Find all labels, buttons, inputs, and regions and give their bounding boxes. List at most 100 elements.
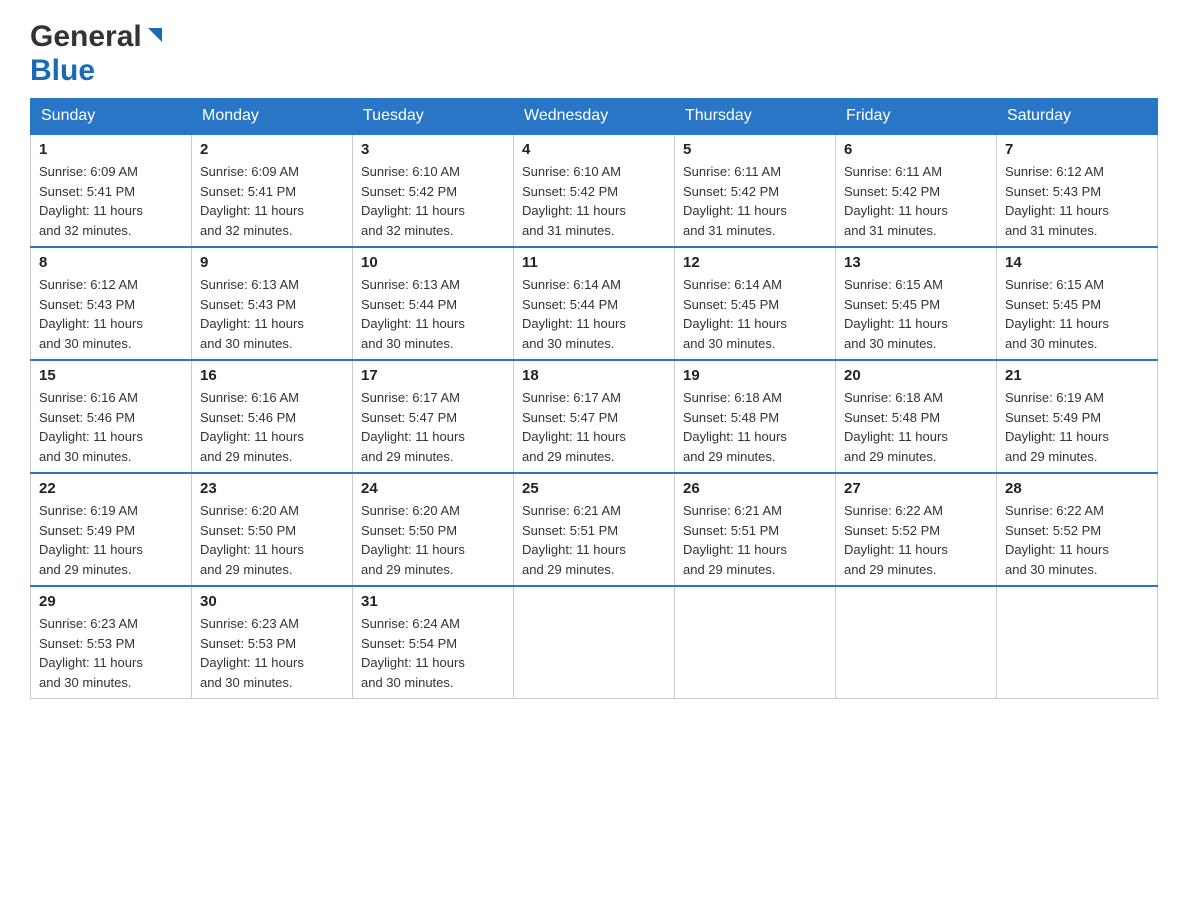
day-number: 3 (361, 141, 505, 158)
day-number: 6 (844, 141, 988, 158)
day-number: 28 (1005, 480, 1149, 497)
col-header-monday: Monday (192, 99, 353, 135)
calendar-cell: 9 Sunrise: 6:13 AM Sunset: 5:43 PM Dayli… (192, 247, 353, 360)
calendar-cell: 16 Sunrise: 6:16 AM Sunset: 5:46 PM Dayl… (192, 360, 353, 473)
day-number: 5 (683, 141, 827, 158)
day-number: 7 (1005, 141, 1149, 158)
calendar-cell: 15 Sunrise: 6:16 AM Sunset: 5:46 PM Dayl… (31, 360, 192, 473)
day-number: 29 (39, 593, 183, 610)
day-number: 23 (200, 480, 344, 497)
calendar-cell: 30 Sunrise: 6:23 AM Sunset: 5:53 PM Dayl… (192, 586, 353, 699)
calendar-cell: 3 Sunrise: 6:10 AM Sunset: 5:42 PM Dayli… (353, 134, 514, 247)
day-number: 31 (361, 593, 505, 610)
day-info: Sunrise: 6:11 AM Sunset: 5:42 PM Dayligh… (844, 162, 988, 240)
day-info: Sunrise: 6:17 AM Sunset: 5:47 PM Dayligh… (361, 388, 505, 466)
col-header-friday: Friday (836, 99, 997, 135)
calendar-cell: 17 Sunrise: 6:17 AM Sunset: 5:47 PM Dayl… (353, 360, 514, 473)
calendar-cell: 24 Sunrise: 6:20 AM Sunset: 5:50 PM Dayl… (353, 473, 514, 586)
day-info: Sunrise: 6:11 AM Sunset: 5:42 PM Dayligh… (683, 162, 827, 240)
day-info: Sunrise: 6:12 AM Sunset: 5:43 PM Dayligh… (1005, 162, 1149, 240)
day-number: 21 (1005, 367, 1149, 384)
calendar-cell (514, 586, 675, 699)
day-info: Sunrise: 6:14 AM Sunset: 5:45 PM Dayligh… (683, 275, 827, 353)
day-number: 30 (200, 593, 344, 610)
day-number: 1 (39, 141, 183, 158)
calendar-cell (675, 586, 836, 699)
calendar-cell: 25 Sunrise: 6:21 AM Sunset: 5:51 PM Dayl… (514, 473, 675, 586)
day-info: Sunrise: 6:21 AM Sunset: 5:51 PM Dayligh… (522, 501, 666, 579)
calendar-cell: 20 Sunrise: 6:18 AM Sunset: 5:48 PM Dayl… (836, 360, 997, 473)
col-header-thursday: Thursday (675, 99, 836, 135)
day-number: 20 (844, 367, 988, 384)
day-number: 26 (683, 480, 827, 497)
day-info: Sunrise: 6:16 AM Sunset: 5:46 PM Dayligh… (39, 388, 183, 466)
calendar-cell: 22 Sunrise: 6:19 AM Sunset: 5:49 PM Dayl… (31, 473, 192, 586)
day-info: Sunrise: 6:23 AM Sunset: 5:53 PM Dayligh… (200, 614, 344, 692)
page-header: General Blue (30, 20, 1158, 88)
calendar-cell: 21 Sunrise: 6:19 AM Sunset: 5:49 PM Dayl… (997, 360, 1158, 473)
day-number: 22 (39, 480, 183, 497)
logo-arrow-icon (144, 24, 166, 51)
day-number: 24 (361, 480, 505, 497)
day-number: 2 (200, 141, 344, 158)
day-number: 14 (1005, 254, 1149, 271)
day-info: Sunrise: 6:15 AM Sunset: 5:45 PM Dayligh… (844, 275, 988, 353)
day-info: Sunrise: 6:16 AM Sunset: 5:46 PM Dayligh… (200, 388, 344, 466)
calendar-cell: 31 Sunrise: 6:24 AM Sunset: 5:54 PM Dayl… (353, 586, 514, 699)
calendar-week-5: 29 Sunrise: 6:23 AM Sunset: 5:53 PM Dayl… (31, 586, 1158, 699)
day-number: 27 (844, 480, 988, 497)
calendar-table: SundayMondayTuesdayWednesdayThursdayFrid… (30, 98, 1158, 699)
day-number: 10 (361, 254, 505, 271)
calendar-cell: 27 Sunrise: 6:22 AM Sunset: 5:52 PM Dayl… (836, 473, 997, 586)
day-number: 8 (39, 254, 183, 271)
col-header-tuesday: Tuesday (353, 99, 514, 135)
day-number: 25 (522, 480, 666, 497)
calendar-cell (997, 586, 1158, 699)
day-info: Sunrise: 6:18 AM Sunset: 5:48 PM Dayligh… (683, 388, 827, 466)
logo-blue-text: Blue (30, 54, 95, 87)
day-number: 12 (683, 254, 827, 271)
day-info: Sunrise: 6:18 AM Sunset: 5:48 PM Dayligh… (844, 388, 988, 466)
calendar-cell: 1 Sunrise: 6:09 AM Sunset: 5:41 PM Dayli… (31, 134, 192, 247)
logo: General Blue (30, 20, 166, 88)
day-info: Sunrise: 6:22 AM Sunset: 5:52 PM Dayligh… (844, 501, 988, 579)
day-number: 9 (200, 254, 344, 271)
calendar-cell (836, 586, 997, 699)
calendar-week-2: 8 Sunrise: 6:12 AM Sunset: 5:43 PM Dayli… (31, 247, 1158, 360)
calendar-cell: 2 Sunrise: 6:09 AM Sunset: 5:41 PM Dayli… (192, 134, 353, 247)
day-number: 18 (522, 367, 666, 384)
day-number: 4 (522, 141, 666, 158)
day-number: 13 (844, 254, 988, 271)
day-info: Sunrise: 6:13 AM Sunset: 5:44 PM Dayligh… (361, 275, 505, 353)
calendar-cell: 13 Sunrise: 6:15 AM Sunset: 5:45 PM Dayl… (836, 247, 997, 360)
day-info: Sunrise: 6:13 AM Sunset: 5:43 PM Dayligh… (200, 275, 344, 353)
day-info: Sunrise: 6:10 AM Sunset: 5:42 PM Dayligh… (361, 162, 505, 240)
day-number: 11 (522, 254, 666, 271)
day-info: Sunrise: 6:24 AM Sunset: 5:54 PM Dayligh… (361, 614, 505, 692)
calendar-week-3: 15 Sunrise: 6:16 AM Sunset: 5:46 PM Dayl… (31, 360, 1158, 473)
day-info: Sunrise: 6:12 AM Sunset: 5:43 PM Dayligh… (39, 275, 183, 353)
calendar-cell: 7 Sunrise: 6:12 AM Sunset: 5:43 PM Dayli… (997, 134, 1158, 247)
col-header-sunday: Sunday (31, 99, 192, 135)
day-number: 19 (683, 367, 827, 384)
day-info: Sunrise: 6:09 AM Sunset: 5:41 PM Dayligh… (200, 162, 344, 240)
calendar-cell: 8 Sunrise: 6:12 AM Sunset: 5:43 PM Dayli… (31, 247, 192, 360)
day-number: 16 (200, 367, 344, 384)
day-info: Sunrise: 6:22 AM Sunset: 5:52 PM Dayligh… (1005, 501, 1149, 579)
calendar-cell: 14 Sunrise: 6:15 AM Sunset: 5:45 PM Dayl… (997, 247, 1158, 360)
day-number: 15 (39, 367, 183, 384)
calendar-cell: 29 Sunrise: 6:23 AM Sunset: 5:53 PM Dayl… (31, 586, 192, 699)
calendar-week-4: 22 Sunrise: 6:19 AM Sunset: 5:49 PM Dayl… (31, 473, 1158, 586)
calendar-cell: 4 Sunrise: 6:10 AM Sunset: 5:42 PM Dayli… (514, 134, 675, 247)
day-info: Sunrise: 6:19 AM Sunset: 5:49 PM Dayligh… (1005, 388, 1149, 466)
calendar-cell: 23 Sunrise: 6:20 AM Sunset: 5:50 PM Dayl… (192, 473, 353, 586)
day-info: Sunrise: 6:14 AM Sunset: 5:44 PM Dayligh… (522, 275, 666, 353)
day-info: Sunrise: 6:21 AM Sunset: 5:51 PM Dayligh… (683, 501, 827, 579)
calendar-cell: 26 Sunrise: 6:21 AM Sunset: 5:51 PM Dayl… (675, 473, 836, 586)
day-info: Sunrise: 6:15 AM Sunset: 5:45 PM Dayligh… (1005, 275, 1149, 353)
calendar-cell: 10 Sunrise: 6:13 AM Sunset: 5:44 PM Dayl… (353, 247, 514, 360)
calendar-week-1: 1 Sunrise: 6:09 AM Sunset: 5:41 PM Dayli… (31, 134, 1158, 247)
col-header-saturday: Saturday (997, 99, 1158, 135)
calendar-cell: 18 Sunrise: 6:17 AM Sunset: 5:47 PM Dayl… (514, 360, 675, 473)
calendar-cell: 19 Sunrise: 6:18 AM Sunset: 5:48 PM Dayl… (675, 360, 836, 473)
